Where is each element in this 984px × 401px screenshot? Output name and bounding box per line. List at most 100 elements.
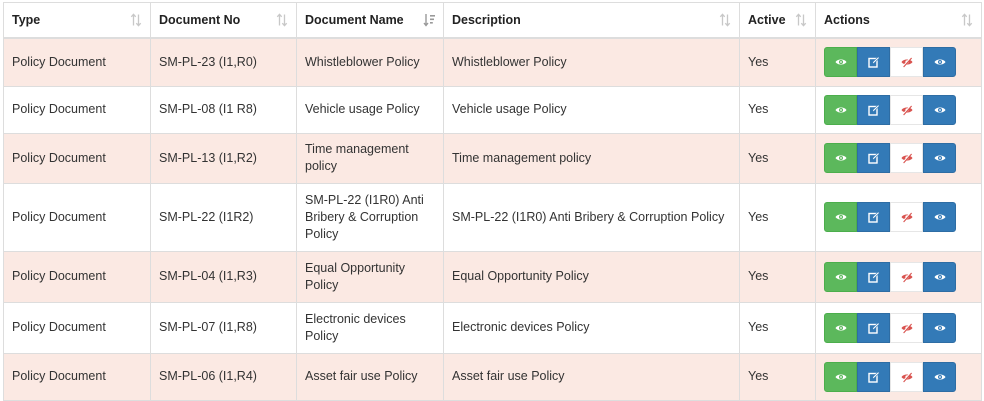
- sort-icon[interactable]: [795, 13, 807, 27]
- column-header-label: Document Name: [305, 13, 404, 27]
- sort-descending-icon[interactable]: [423, 13, 435, 27]
- table-body: Policy Document SM-PL-23 (I1,R0) Whistlebl…: [3, 37, 982, 401]
- action-button-group: [824, 312, 973, 343]
- type-cell: Policy Document: [3, 352, 151, 401]
- edit-button[interactable]: [857, 143, 890, 173]
- eye-slash-icon: [901, 322, 913, 334]
- table-row: Policy Document SM-PL-06 (I1,R4) Asset fai…: [3, 352, 982, 401]
- view-button[interactable]: [824, 361, 857, 392]
- description-cell-text: Electronic devices Policy: [452, 320, 590, 334]
- document-no-cell: SM-PL-06 (I1,R4): [150, 352, 297, 401]
- view-button[interactable]: [824, 47, 857, 78]
- action-button-group: [824, 47, 973, 78]
- deactivate-button[interactable]: [890, 312, 923, 343]
- document-name-cell: SM-PL-22 (I1R0) Anti Bribery & Corruptio…: [296, 182, 444, 252]
- description-cell: SM-PL-22 (I1R0) Anti Bribery & Corruptio…: [443, 182, 740, 252]
- description-cell-text: Whistleblower Policy: [452, 54, 567, 69]
- document-no-cell-text: SM-PL-08 (I1 R8): [159, 102, 257, 116]
- document-no-cell-text: SM-PL-13 (I1,R2): [159, 150, 257, 165]
- type-cell-text: Policy Document: [12, 209, 106, 224]
- document-name-cell: Equal Opportunity Policy: [296, 250, 444, 303]
- active-cell: Yes: [739, 352, 816, 401]
- document-name-cell: Whistleblower Policy: [296, 37, 444, 87]
- preview-button[interactable]: [923, 143, 956, 173]
- edit-icon: [867, 56, 880, 68]
- preview-button[interactable]: [923, 94, 956, 125]
- description-cell: Time management policy: [443, 132, 740, 184]
- document-no-cell: SM-PL-13 (I1,R2): [150, 132, 297, 184]
- deactivate-button[interactable]: [890, 202, 923, 232]
- preview-button[interactable]: [923, 47, 956, 78]
- type-cell-text: Policy Document: [12, 54, 106, 69]
- edit-button[interactable]: [857, 47, 890, 78]
- type-cell: Policy Document: [3, 301, 151, 354]
- eye-slash-icon: [901, 211, 913, 223]
- type-cell: Policy Document: [3, 182, 151, 252]
- active-cell-text: Yes: [748, 320, 769, 334]
- column-header-active[interactable]: Active: [739, 2, 816, 39]
- description-cell: Vehicle usage Policy: [443, 85, 740, 134]
- view-button[interactable]: [824, 94, 857, 125]
- type-cell-text: Policy Document: [12, 150, 106, 165]
- document-name-cell-text: Vehicle usage Policy: [305, 102, 420, 116]
- edit-icon: [867, 370, 880, 383]
- column-header-type[interactable]: Type: [3, 2, 151, 39]
- view-button[interactable]: [824, 143, 857, 173]
- table-row: Policy Document SM-PL-13 (I1,R2) Time mana…: [3, 132, 982, 184]
- document-name-cell-text: Asset fair use Policy: [305, 369, 418, 383]
- column-header-actions[interactable]: Actions: [815, 2, 982, 39]
- sort-icon[interactable]: [276, 13, 288, 27]
- description-cell: Electronic devices Policy: [443, 301, 740, 354]
- column-header-description[interactable]: Description: [443, 2, 740, 39]
- sort-icon[interactable]: [130, 13, 142, 27]
- column-header-document-name[interactable]: Document Name: [296, 2, 444, 39]
- edit-icon: [867, 270, 880, 283]
- description-cell-text: Equal Opportunity Policy: [452, 269, 589, 283]
- edit-button[interactable]: [857, 361, 890, 392]
- description-cell: Asset fair use Policy: [443, 352, 740, 401]
- edit-button[interactable]: [857, 202, 890, 232]
- column-header-label: Type: [12, 13, 41, 27]
- document-name-cell: Time management policy: [296, 132, 444, 184]
- view-button[interactable]: [824, 312, 857, 343]
- type-cell-text: Policy Document: [12, 320, 106, 334]
- eye-icon: [934, 371, 946, 383]
- document-list: Type Document No Document Name Description A…: [0, 0, 984, 401]
- eye-icon: [835, 322, 847, 334]
- eye-icon: [835, 152, 847, 164]
- preview-button[interactable]: [923, 312, 956, 343]
- document-name-cell: Vehicle usage Policy: [296, 85, 444, 134]
- eye-icon: [934, 322, 946, 334]
- eye-icon: [835, 211, 847, 223]
- preview-button[interactable]: [923, 361, 956, 392]
- document-name-cell-text: Whistleblower Policy: [305, 54, 420, 69]
- deactivate-button[interactable]: [890, 47, 923, 78]
- deactivate-button[interactable]: [890, 361, 923, 392]
- action-button-group: [824, 143, 973, 173]
- table-row: Policy Document SM-PL-07 (I1,R8) Electroni…: [3, 301, 982, 354]
- eye-icon: [835, 104, 847, 116]
- document-no-cell-text: SM-PL-22 (I1R2): [159, 209, 254, 224]
- type-cell-text: Policy Document: [12, 369, 106, 383]
- edit-button[interactable]: [857, 94, 890, 125]
- eye-icon: [835, 371, 847, 383]
- view-button[interactable]: [824, 261, 857, 292]
- view-button[interactable]: [824, 202, 857, 232]
- active-cell-text: Yes: [748, 102, 769, 116]
- type-cell-text: Policy Document: [12, 102, 106, 116]
- deactivate-button[interactable]: [890, 143, 923, 173]
- edit-button[interactable]: [857, 312, 890, 343]
- sort-icon[interactable]: [719, 13, 731, 27]
- eye-slash-icon: [901, 104, 913, 116]
- eye-icon: [934, 271, 946, 283]
- preview-button[interactable]: [923, 202, 956, 232]
- deactivate-button[interactable]: [890, 94, 923, 125]
- edit-button[interactable]: [857, 261, 890, 292]
- column-header-label: Document No: [159, 13, 241, 27]
- document-no-cell-text: SM-PL-07 (I1,R8): [159, 320, 257, 334]
- deactivate-button[interactable]: [890, 261, 923, 292]
- sort-icon[interactable]: [961, 13, 973, 27]
- column-header-document-no[interactable]: Document No: [150, 2, 297, 39]
- preview-button[interactable]: [923, 261, 956, 292]
- type-cell: Policy Document: [3, 85, 151, 134]
